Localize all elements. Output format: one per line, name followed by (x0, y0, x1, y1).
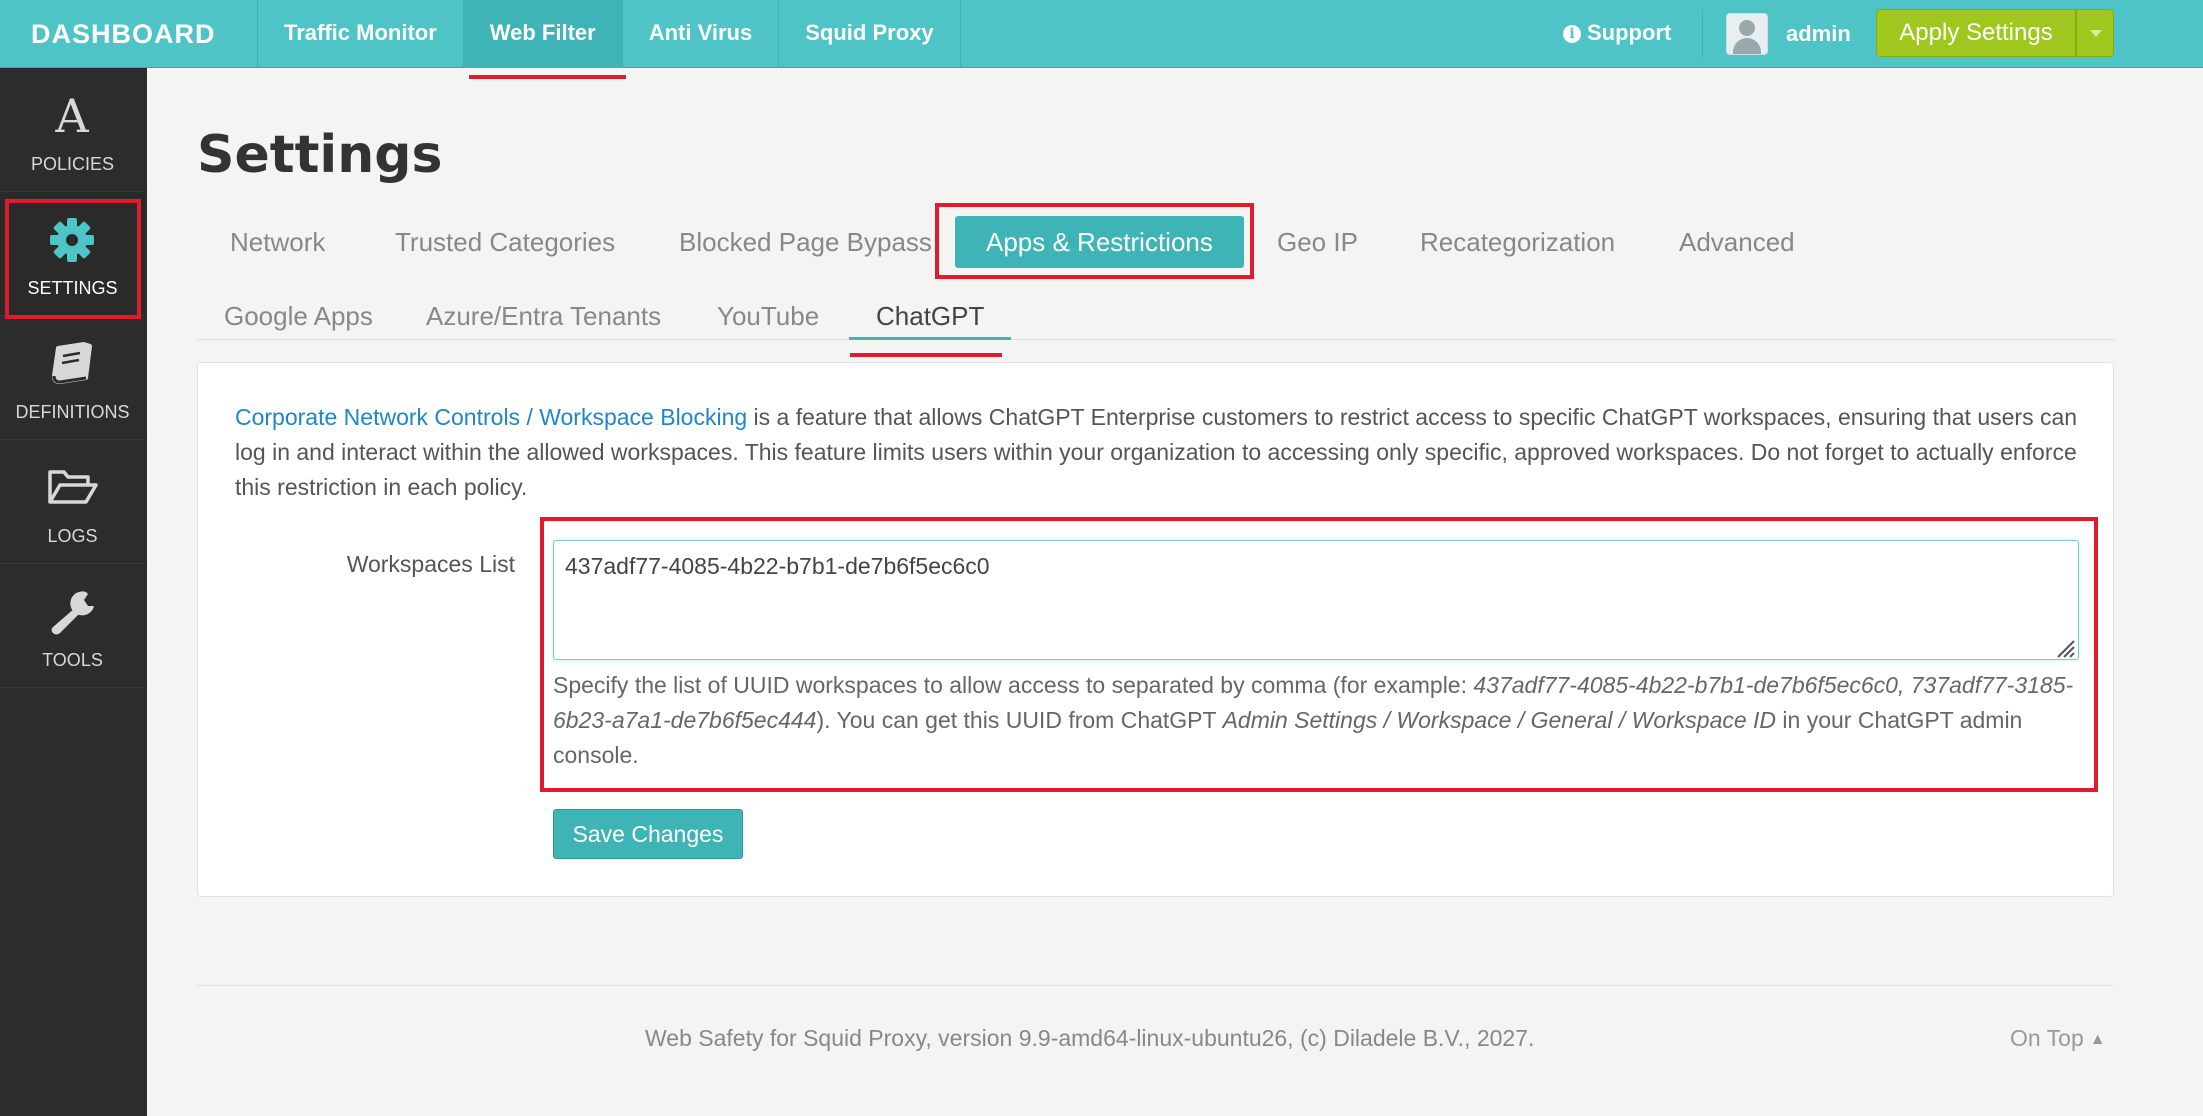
workspaces-help-text: Specify the list of UUID workspaces to a… (553, 668, 2083, 773)
avatar (1726, 13, 1768, 55)
sidebar: A POLICIES SETTINGS DEFINITIONS LOGS TOO… (0, 68, 147, 1116)
chatgpt-tab-highlight-underline (850, 353, 1002, 357)
sidebar-item-label: TOOLS (42, 650, 103, 670)
sidebar-item-label: LOGS (47, 526, 98, 546)
on-top-label: On Top (2010, 1025, 2084, 1051)
tab-blocked-page-bypass[interactable]: Blocked Page Bypass (679, 212, 932, 272)
tab-azure-entra-tenants[interactable]: Azure/Entra Tenants (426, 292, 661, 340)
on-top-link[interactable]: On Top ▲ (2010, 1025, 2106, 1052)
help-text-1: Specify the list of UUID workspaces to a… (553, 672, 1474, 698)
info-icon: i (1563, 25, 1581, 43)
brand-logo[interactable]: DASHBOARD (0, 0, 258, 68)
apply-settings-button[interactable]: Apply Settings (1876, 9, 2076, 57)
gear-icon (50, 218, 94, 262)
tab-network[interactable]: Network (230, 212, 325, 272)
tab-recategorization[interactable]: Recategorization (1420, 212, 1615, 272)
topnav-squid-proxy[interactable]: Squid Proxy (779, 0, 961, 68)
footer-divider (197, 985, 2114, 986)
topnav-traffic-monitor[interactable]: Traffic Monitor (258, 0, 464, 68)
sidebar-item-policies[interactable]: A POLICIES (0, 68, 145, 192)
sidebar-item-logs[interactable]: LOGS (0, 440, 145, 564)
sidebar-item-label: POLICIES (30, 154, 115, 174)
wrench-icon (51, 591, 94, 635)
sidebar-item-settings[interactable]: SETTINGS (0, 192, 145, 316)
folder-open-icon (48, 470, 98, 504)
feature-description: Corporate Network Controls / Workspace B… (235, 400, 2085, 505)
header-divider (1702, 10, 1703, 58)
workspaces-list-label: Workspaces List (346, 551, 515, 577)
sidebar-item-label: DEFINITIONS (15, 402, 130, 422)
policies-icon: A (54, 89, 89, 140)
page-title: Settings (197, 125, 443, 185)
tab-trusted-categories[interactable]: Trusted Categories (395, 212, 615, 272)
top-nav: Traffic Monitor Web Filter Anti Virus Sq… (258, 0, 961, 79)
topnav-anti-virus[interactable]: Anti Virus (623, 0, 780, 68)
user-menu[interactable]: admin (1726, 13, 1851, 55)
tab-youtube[interactable]: YouTube (717, 292, 819, 340)
support-label: Support (1587, 20, 1672, 45)
footer-version: Web Safety for Squid Proxy, version 9.9-… (645, 1025, 1535, 1051)
save-changes-button[interactable]: Save Changes (553, 809, 743, 859)
chatgpt-settings-panel: Corporate Network Controls / Workspace B… (197, 362, 2114, 897)
tab-apps-restrictions[interactable]: Apps & Restrictions (955, 216, 1244, 268)
apply-settings-dropdown[interactable] (2076, 9, 2114, 57)
tab-advanced[interactable]: Advanced (1679, 212, 1795, 272)
tab-google-apps[interactable]: Google Apps (224, 292, 373, 340)
secondary-tabs: Google Apps Azure/Entra Tenants YouTube … (197, 292, 2114, 340)
tab-chatgpt[interactable]: ChatGPT (849, 292, 1012, 340)
workspaces-list-input[interactable]: 437adf77-4085-4b22-b7b1-de7b6f5ec6c0 (553, 540, 2079, 660)
chevron-up-icon: ▲ (2089, 1031, 2106, 1048)
tab-geo-ip[interactable]: Geo IP (1277, 212, 1358, 272)
topnav-web-filter[interactable]: Web Filter (463, 0, 626, 79)
help-text-2: ). You can get this UUID from ChatGPT (816, 707, 1223, 733)
workspace-blocking-link[interactable]: Corporate Network Controls / Workspace B… (235, 404, 747, 430)
sidebar-item-label: SETTINGS (27, 278, 118, 298)
svg-text:A: A (54, 89, 89, 140)
sidebar-item-definitions[interactable]: DEFINITIONS (0, 316, 145, 440)
help-admin-path: Admin Settings / Workspace / General / W… (1222, 707, 1777, 733)
top-bar: DASHBOARD Traffic Monitor Web Filter Ant… (0, 0, 2203, 79)
book-icon (52, 342, 92, 384)
user-name: admin (1786, 21, 1851, 46)
sidebar-item-tools[interactable]: TOOLS (0, 564, 145, 688)
support-link[interactable]: i Support (1563, 0, 1671, 68)
